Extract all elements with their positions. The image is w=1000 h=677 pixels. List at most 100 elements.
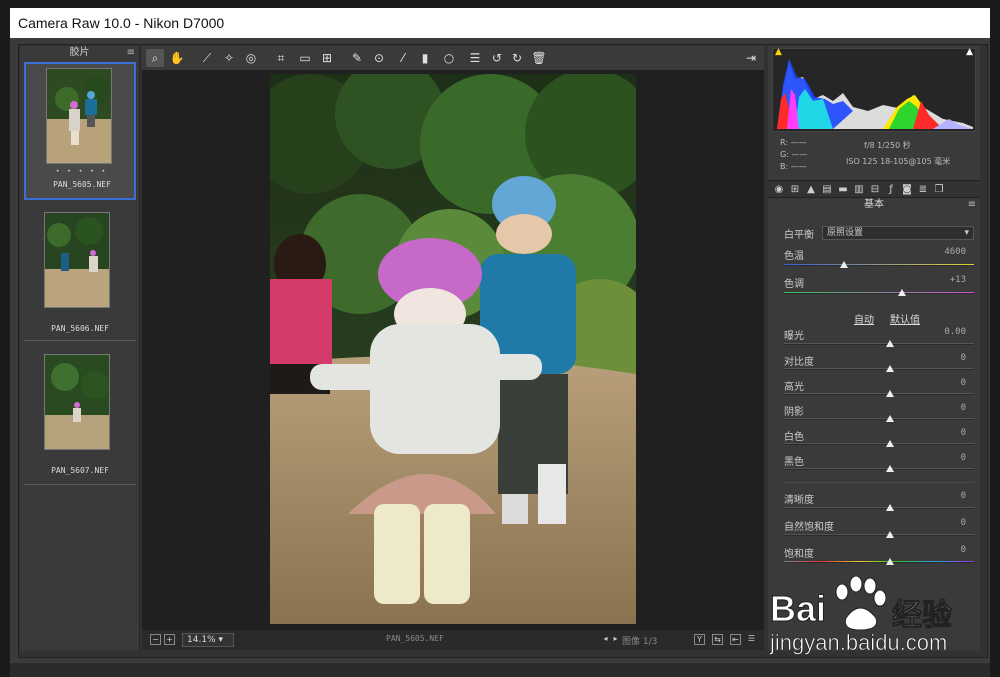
filmstrip-item-1[interactable]: • • • • • PAN_5605.NEF [24, 62, 136, 200]
color-sampler-icon[interactable]: ✧ [220, 49, 238, 67]
slider-value[interactable]: +13 [950, 275, 966, 285]
tab-tone-curve-icon[interactable]: ⊞ [788, 183, 802, 197]
slider-value[interactable]: 0.00 [944, 327, 966, 337]
temp-slider[interactable] [784, 264, 974, 266]
tab-transform-icon[interactable]: ⊟ [868, 183, 882, 197]
filmstrip-panel: 胶片 ≡ • • • • • PAN_5605.NEF PAN_5606.NEF… [20, 46, 140, 651]
histogram: ▲ ▲ [772, 47, 976, 132]
graduated-filter-icon[interactable]: ▮ [416, 49, 434, 67]
tab-presets-icon[interactable]: ≣ [916, 183, 930, 197]
filmstrip-item-3[interactable]: PAN_5607.NEF [24, 350, 136, 490]
targeted-adjust-icon[interactable]: ◎ [242, 49, 260, 67]
hand-icon[interactable]: ✋ [168, 49, 186, 67]
spot-removal-icon[interactable]: ✎ [348, 49, 366, 67]
swap-view-icon[interactable]: ⇆ [712, 634, 723, 645]
slider-value[interactable]: 0 [961, 428, 966, 438]
slider-value[interactable]: 0 [961, 491, 966, 501]
tint-slider[interactable] [784, 292, 974, 294]
slider-label: 对比度 [784, 357, 814, 368]
exposure-slider-thumb[interactable] [886, 340, 894, 347]
slider-label: 阴影 [784, 407, 804, 418]
crop-icon[interactable]: ⌗ [272, 49, 290, 67]
whites-slider[interactable] [784, 443, 974, 445]
copy-settings-icon[interactable]: ⇤ [730, 634, 741, 645]
shadow-clipping-icon[interactable]: ▲ [775, 47, 782, 57]
rating-stars[interactable]: • • • • • [26, 168, 138, 175]
thumbnail-image [44, 354, 110, 450]
tab-detail-icon[interactable]: ▲ [804, 183, 818, 197]
tint-slider-thumb[interactable] [898, 289, 906, 296]
transform-icon[interactable]: ⊞ [318, 49, 336, 67]
window-title: Camera Raw 10.0 - Nikon D7000 [10, 8, 990, 38]
clarity-slider[interactable] [784, 507, 974, 509]
slider-value[interactable]: 0 [961, 353, 966, 363]
shadows-slider[interactable] [784, 418, 974, 420]
temp-slider-thumb[interactable] [840, 261, 848, 268]
zoom-out-icon[interactable]: − [150, 634, 161, 645]
thumbnail-image [46, 68, 112, 164]
status-filename: PAN_5605.NEF [386, 634, 444, 643]
red-eye-icon[interactable]: ⊙ [370, 49, 388, 67]
slider-value[interactable]: 0 [961, 545, 966, 555]
filmstrip-item-2[interactable]: PAN_5606.NEF [24, 208, 136, 346]
trash-icon[interactable]: 🗑 [530, 49, 548, 67]
tab-camera-calibration-icon[interactable]: ◙ [900, 183, 914, 197]
before-after-view-button[interactable]: Y [694, 634, 705, 645]
filmstrip-menu-icon[interactable]: ≡ [127, 46, 135, 60]
view-settings-icon[interactable]: ☰ [746, 634, 757, 645]
slider-value[interactable]: 0 [961, 453, 966, 463]
rotate-ccw-icon[interactable]: ↺ [488, 49, 506, 67]
vibrance-slider-thumb[interactable] [886, 531, 894, 538]
zoom-level-select[interactable]: 14.1% ▾ [182, 633, 234, 647]
vibrance-slider[interactable] [784, 534, 974, 536]
open-in-photoshop-icon[interactable]: ⇥ [742, 49, 760, 67]
slider-value[interactable]: 0 [961, 378, 966, 388]
status-bar: − + 14.1% ▾ PAN_5605.NEF 图像 1/3 ◂ ▸ Y ⇆ … [142, 630, 764, 650]
slider-label: 白色 [784, 432, 804, 443]
highlight-clipping-icon[interactable]: ▲ [966, 47, 973, 57]
slider-label: 色调 [784, 279, 804, 290]
whites-slider-thumb[interactable] [886, 440, 894, 447]
tab-hsl-icon[interactable]: ▤ [820, 183, 834, 197]
slider-label: 高光 [784, 382, 804, 393]
tab-basic-icon[interactable]: ◉ [772, 183, 786, 197]
blacks-slider[interactable] [784, 468, 974, 470]
panel-menu-icon[interactable]: ≡ [968, 198, 976, 212]
presets-list-icon[interactable]: ☰ [466, 49, 484, 67]
highlights-slider[interactable] [784, 393, 974, 395]
tab-split-toning-icon[interactable]: ▬ [836, 183, 850, 197]
tab-lens-icon[interactable]: ▥ [852, 183, 866, 197]
panel-title: 基本 ≡ [768, 198, 980, 212]
tab-effects-icon[interactable]: ƒ [884, 183, 898, 197]
slider-label: 自然饱和度 [784, 522, 834, 533]
slider-value[interactable]: 4600 [944, 247, 966, 257]
saturation-slider-thumb[interactable] [886, 558, 894, 565]
slider-label: 清晰度 [784, 495, 814, 506]
contrast-slider[interactable] [784, 368, 974, 370]
straighten-icon[interactable]: ▭ [296, 49, 314, 67]
adjustments-panel: ▲ ▲ R: —— G: —— B: —— f/8 1/250 秒 ISO 12… [768, 46, 980, 651]
highlights-slider-thumb[interactable] [886, 390, 894, 397]
white-balance-select[interactable]: 原照设置 ▾ [822, 226, 974, 240]
adjustment-brush-icon[interactable]: ⁄ [394, 49, 412, 67]
blacks-slider-thumb[interactable] [886, 465, 894, 472]
tab-snapshots-icon[interactable]: ❐ [932, 183, 946, 197]
zoom-icon[interactable]: ⌕ [146, 49, 164, 67]
slider-value[interactable]: 0 [961, 403, 966, 413]
next-image-icon[interactable]: ▸ [610, 634, 621, 645]
zoom-in-icon[interactable]: + [164, 634, 175, 645]
auto-link[interactable]: 自动 [854, 311, 874, 326]
white-balance-icon[interactable]: ⟋ [198, 49, 216, 67]
default-link[interactable]: 默认值 [890, 311, 920, 326]
clarity-slider-thumb[interactable] [886, 504, 894, 511]
slider-value[interactable]: 0 [961, 518, 966, 528]
slider-label: 色温 [784, 251, 804, 262]
rotate-cw-icon[interactable]: ↻ [508, 49, 526, 67]
contrast-slider-thumb[interactable] [886, 365, 894, 372]
radial-filter-icon[interactable]: ○ [440, 49, 458, 67]
preview-canvas[interactable] [142, 70, 764, 630]
shadows-slider-thumb[interactable] [886, 415, 894, 422]
exposure-slider[interactable] [784, 343, 974, 345]
filmstrip-title: 胶片 [69, 47, 90, 58]
saturation-slider[interactable] [784, 561, 974, 563]
